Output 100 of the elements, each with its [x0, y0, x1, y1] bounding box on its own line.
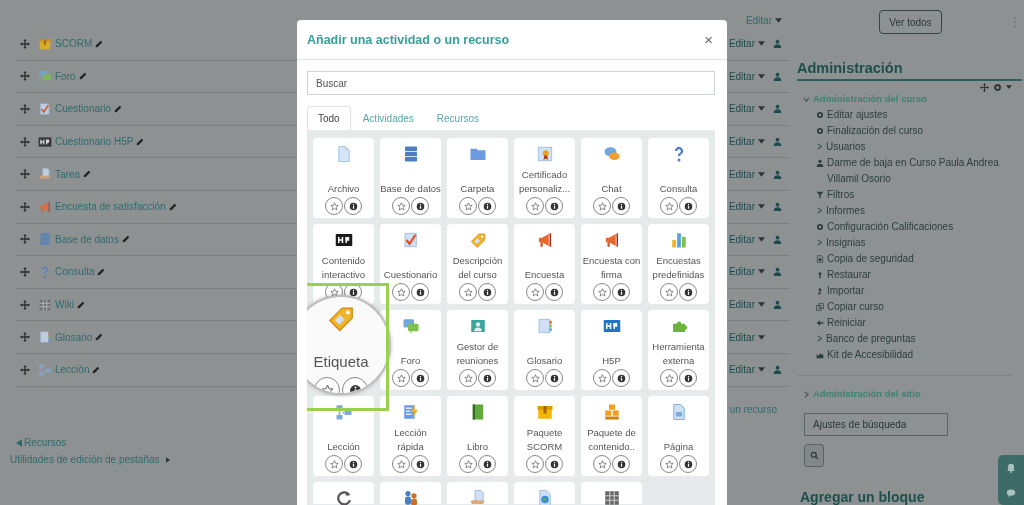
info-button[interactable] — [411, 197, 429, 215]
info-button[interactable] — [612, 455, 630, 473]
activity-tile[interactable]: Descripción del curso — [447, 224, 508, 304]
activity-tile[interactable]: Herramienta externa — [648, 310, 709, 390]
move-icon[interactable] — [20, 169, 30, 180]
info-button[interactable] — [679, 455, 697, 473]
previous-section-link[interactable]: Recursos — [16, 435, 67, 450]
activity-link[interactable]: Cuestionario H5P — [55, 136, 134, 148]
move-icon[interactable] — [20, 332, 30, 343]
user-icon[interactable] — [773, 137, 782, 147]
star-button[interactable] — [392, 369, 410, 387]
search-button[interactable] — [804, 444, 824, 467]
activity-link[interactable]: Cuestionario — [55, 103, 112, 115]
info-button[interactable] — [344, 455, 362, 473]
edit-menu-link[interactable]: Editar — [728, 103, 765, 115]
user-icon[interactable] — [773, 300, 782, 310]
activity-link[interactable]: Foro — [55, 70, 76, 82]
activity-tile[interactable] — [581, 482, 642, 504]
star-button[interactable] — [660, 369, 678, 387]
menu-link[interactable]: Editar ajustes — [827, 107, 888, 123]
pencil-icon[interactable] — [78, 72, 87, 81]
info-button[interactable] — [344, 197, 362, 215]
menu-link[interactable]: Importar — [827, 283, 865, 299]
star-button[interactable] — [459, 283, 477, 301]
move-icon[interactable] — [20, 266, 30, 277]
activity-tile[interactable]: Encuesta con firma — [581, 224, 642, 304]
star-button[interactable] — [459, 369, 477, 387]
activity-tile[interactable]: Certificado personaliz... — [514, 138, 575, 218]
pencil-icon[interactable] — [95, 333, 104, 342]
info-button[interactable] — [411, 455, 429, 473]
star-button[interactable] — [392, 455, 410, 473]
pencil-icon[interactable] — [95, 39, 104, 48]
activity-tile[interactable]: Lección — [313, 396, 374, 476]
info-button[interactable] — [478, 197, 496, 215]
info-button[interactable] — [411, 283, 429, 301]
chevron-icon[interactable] — [803, 390, 810, 398]
user-icon[interactable] — [773, 39, 782, 49]
tab[interactable]: Todo — [307, 106, 351, 130]
star-button[interactable] — [325, 455, 343, 473]
move-icon[interactable] — [20, 38, 30, 49]
activity-link[interactable]: Glosario — [55, 331, 93, 343]
menu-link[interactable]: Kit de Accesibilidad — [827, 347, 914, 363]
bell-icon[interactable] — [1006, 462, 1016, 473]
gear-icon[interactable] — [993, 82, 1002, 92]
menu-link[interactable]: Insignias — [826, 235, 866, 251]
star-button[interactable] — [325, 197, 343, 215]
user-icon[interactable] — [773, 169, 782, 179]
info-button[interactable] — [612, 369, 630, 387]
menu-link[interactable]: Usuarios — [826, 139, 866, 155]
tab[interactable]: Actividades — [351, 106, 425, 130]
user-icon[interactable] — [773, 234, 782, 244]
edit-menu-link[interactable]: Editar — [745, 14, 782, 26]
chevron-icon[interactable] — [816, 207, 823, 214]
edit-menu-link[interactable]: Editar — [728, 266, 765, 278]
edit-menu-link[interactable]: Editar — [728, 168, 765, 180]
move-icon[interactable] — [20, 299, 30, 310]
activity-tile[interactable]: Chat — [581, 138, 642, 218]
edit-menu-link[interactable]: Editar — [728, 299, 765, 311]
activity-tile[interactable]: Gestor de reuniones — [447, 310, 508, 390]
user-icon[interactable] — [773, 71, 782, 81]
activity-tile[interactable]: Encuesta — [514, 224, 575, 304]
info-button[interactable] — [478, 455, 496, 473]
activity-tile[interactable]: Consulta — [648, 138, 709, 218]
pencil-icon[interactable] — [83, 170, 91, 179]
activity-link[interactable]: SCORM — [55, 38, 93, 50]
edit-menu-link[interactable]: Editar — [728, 136, 765, 148]
user-icon[interactable] — [773, 104, 782, 114]
user-icon[interactable] — [773, 202, 782, 212]
drawer-tab[interactable] — [998, 455, 1024, 505]
info-button[interactable] — [545, 369, 563, 387]
user-icon[interactable] — [773, 365, 782, 375]
info-button[interactable] — [478, 283, 496, 301]
activity-tile[interactable]: Base de datos — [380, 138, 441, 218]
activity-tile[interactable]: Paquete de contenido.. — [581, 396, 642, 476]
activity-tile[interactable]: Paquete SCORM — [514, 396, 575, 476]
menu-link[interactable]: Finalización del curso — [827, 123, 924, 139]
star-button[interactable] — [459, 197, 477, 215]
info-button[interactable] — [478, 369, 496, 387]
move-icon[interactable] — [20, 104, 30, 114]
activity-tile[interactable] — [514, 482, 575, 504]
pencil-icon[interactable] — [92, 365, 101, 374]
move-icon[interactable] — [20, 364, 30, 375]
activity-tile[interactable]: Libro — [447, 396, 508, 476]
user-icon[interactable] — [773, 267, 782, 277]
pencil-icon[interactable] — [168, 202, 177, 211]
info-button[interactable] — [545, 283, 563, 301]
chevron-icon[interactable] — [816, 239, 823, 246]
activity-tile[interactable] — [313, 482, 374, 504]
activity-tile[interactable]: Glosario — [514, 310, 575, 390]
activity-tile[interactable]: Carpeta — [447, 138, 508, 218]
menu-link[interactable]: Copia de seguridad — [827, 251, 914, 267]
close-button[interactable]: × — [702, 31, 715, 48]
menu-link[interactable]: Darme de baja en Curso Paula Andrea Villamil Osorio — [827, 155, 1012, 187]
star-button[interactable] — [459, 455, 477, 473]
activity-tile[interactable]: Contenido interactivo — [313, 224, 374, 304]
activity-link[interactable]: Lección — [55, 364, 90, 376]
info-button[interactable] — [679, 283, 697, 301]
edit-menu-link[interactable]: Editar — [728, 70, 765, 82]
menu-link[interactable]: Banco de preguntas — [826, 331, 916, 347]
star-button[interactable] — [526, 369, 544, 387]
